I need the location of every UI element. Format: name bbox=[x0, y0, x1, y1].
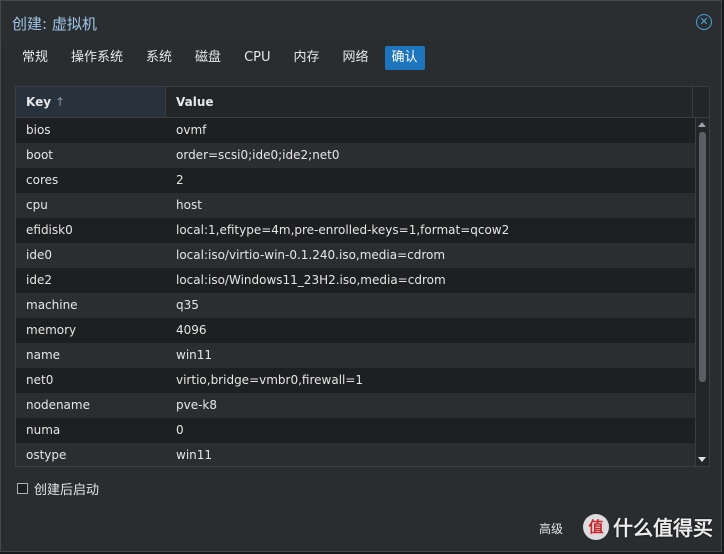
row-value: host bbox=[176, 198, 202, 212]
grid-scrollbar[interactable] bbox=[695, 118, 709, 466]
row-key: machine bbox=[26, 298, 78, 312]
table-row[interactable]: boot order=scsi0;ide0;ide2;net0 bbox=[16, 143, 695, 168]
table-row[interactable]: machine q35 bbox=[16, 293, 695, 318]
table-row[interactable]: ide0 local:iso/virtio-win-0.1.240.iso,med… bbox=[16, 243, 695, 268]
watermark-text: 什么值得买 bbox=[613, 516, 713, 540]
row-value: win11 bbox=[176, 348, 213, 362]
row-key: cpu bbox=[26, 198, 48, 212]
row-value: 4096 bbox=[176, 323, 207, 337]
grid-header: Key ↑ Value bbox=[16, 87, 709, 118]
table-row[interactable]: name win11 bbox=[16, 343, 695, 368]
table-row[interactable]: cpu host bbox=[16, 193, 695, 218]
row-value: local:iso/virtio-win-0.1.240.iso,media=c… bbox=[176, 248, 446, 262]
row-value: 0 bbox=[176, 423, 184, 437]
table-row[interactable]: ide2 local:iso/Windows11_23H2.iso,media=c… bbox=[16, 268, 695, 293]
row-key: ide0 bbox=[26, 248, 52, 262]
row-key: cores bbox=[26, 173, 59, 187]
row-key: nodename bbox=[26, 398, 90, 412]
column-header-spacer bbox=[692, 87, 709, 117]
grid-body: bios ovmf boot order=scsi0;ide0;ide2;net0 co… bbox=[16, 118, 695, 466]
scroll-thumb[interactable] bbox=[699, 132, 706, 382]
tab-confirm[interactable]: 确认 bbox=[384, 46, 425, 70]
tab-system[interactable]: 系统 bbox=[139, 46, 179, 70]
tab-network[interactable]: 网络 bbox=[336, 46, 376, 70]
table-row[interactable]: efidisk0 local:1,efitype=4m,pre-enrolled-… bbox=[16, 218, 695, 243]
scroll-down-icon[interactable] bbox=[698, 457, 706, 462]
table-row[interactable]: numa 0 bbox=[16, 418, 695, 443]
confirm-grid: Key ↑ Value bios ovmf boot order=scsi0;ide0;… bbox=[15, 86, 710, 467]
tab-disks[interactable]: 磁盘 bbox=[188, 46, 228, 70]
table-row[interactable]: cores 2 bbox=[16, 168, 695, 193]
column-header-key-label: Key bbox=[26, 95, 52, 109]
column-header-value[interactable]: Value bbox=[166, 87, 692, 117]
start-after-create-option[interactable]: 创建后启动 bbox=[17, 479, 99, 498]
row-key: bios bbox=[26, 123, 51, 137]
row-key: efidisk0 bbox=[26, 223, 73, 237]
row-value: order=scsi0;ide0;ide2;net0 bbox=[176, 148, 340, 162]
table-row[interactable]: memory 4096 bbox=[16, 318, 695, 343]
row-value: ovmf bbox=[176, 123, 207, 137]
tab-cpu[interactable]: CPU bbox=[237, 46, 277, 70]
row-key: memory bbox=[26, 323, 77, 337]
row-value: virtio,bridge=vmbr0,firewall=1 bbox=[176, 373, 364, 387]
table-row[interactable]: ostype win11 bbox=[16, 443, 695, 466]
row-value: local:iso/Windows11_23H2.iso,media=cdrom bbox=[176, 273, 446, 287]
row-value: 2 bbox=[176, 173, 184, 187]
row-key: numa bbox=[26, 423, 61, 437]
row-key: ostype bbox=[26, 448, 67, 462]
row-value: pve-k8 bbox=[176, 398, 218, 412]
scroll-up-icon[interactable] bbox=[698, 122, 706, 127]
start-after-create-label: 创建后启动 bbox=[34, 483, 100, 498]
row-key: net0 bbox=[26, 373, 54, 387]
watermark-logo-icon: 值 bbox=[583, 513, 609, 540]
watermark: 值 什么值得买 bbox=[583, 512, 713, 541]
row-value: win11 bbox=[176, 448, 213, 462]
table-row[interactable]: nodename pve-k8 bbox=[16, 393, 695, 418]
advanced-option-label[interactable]: 高级 bbox=[539, 520, 563, 537]
tab-os[interactable]: 操作系统 bbox=[64, 46, 130, 70]
start-after-create-checkbox[interactable] bbox=[17, 483, 28, 494]
row-key: name bbox=[26, 348, 61, 362]
row-value: q35 bbox=[176, 298, 199, 312]
row-key: ide2 bbox=[26, 273, 52, 287]
dialog-titlebar[interactable]: 创建: 虚拟机 ✕ bbox=[1, 1, 721, 41]
row-value: local:1,efitype=4m,pre-enrolled-keys=1,f… bbox=[176, 223, 510, 237]
sort-ascending-icon: ↑ bbox=[55, 95, 66, 109]
tab-general[interactable]: 常规 bbox=[15, 46, 55, 70]
tab-memory[interactable]: 内存 bbox=[287, 46, 327, 70]
table-row[interactable]: net0 virtio,bridge=vmbr0,firewall=1 bbox=[16, 368, 695, 393]
row-key: boot bbox=[26, 148, 54, 162]
table-row[interactable]: bios ovmf bbox=[16, 118, 695, 143]
close-icon[interactable]: ✕ bbox=[696, 14, 712, 30]
column-header-key[interactable]: Key ↑ bbox=[16, 87, 166, 117]
wizard-tabs: 常规 操作系统 系统 磁盘 CPU 内存 网络 确认 bbox=[15, 46, 434, 70]
dialog-title: 创建: 虚拟机 bbox=[12, 15, 97, 33]
create-vm-dialog: 创建: 虚拟机 ✕ 常规 操作系统 系统 磁盘 CPU 内存 网络 确认 Key… bbox=[0, 0, 722, 552]
